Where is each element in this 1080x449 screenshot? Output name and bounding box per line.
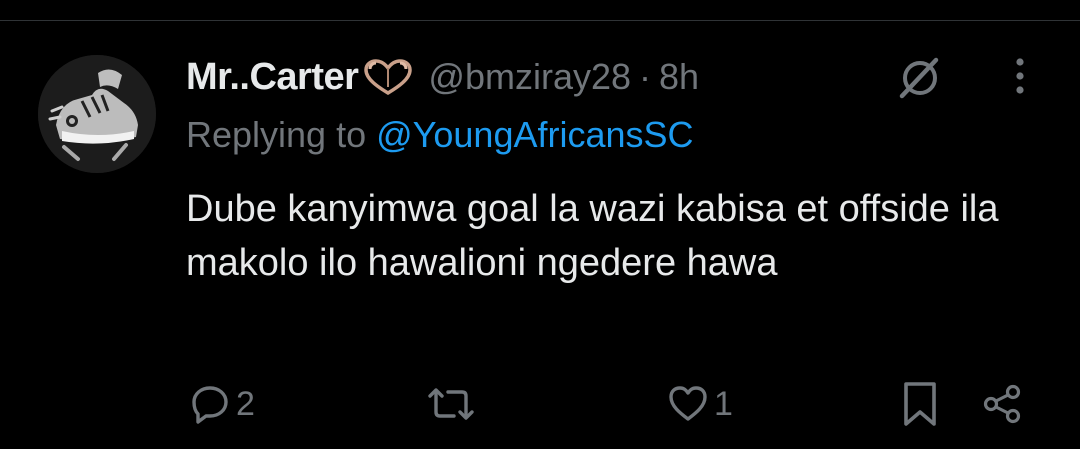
like-button[interactable]: 1 [666, 376, 733, 432]
share-button[interactable] [980, 376, 1024, 432]
like-count: 1 [714, 384, 733, 423]
avatar-image [38, 55, 156, 173]
user-handle[interactable]: @bmziray28 [428, 56, 631, 98]
replying-to-prefix: Replying to [186, 114, 367, 155]
replying-to-link[interactable]: @YoungAfricansSC [376, 114, 693, 155]
action-bar: 2 1 [0, 376, 1080, 432]
repost-button[interactable] [424, 376, 482, 432]
reply-icon [188, 382, 232, 426]
heart-hands-emoji-icon [360, 57, 416, 97]
tweet-text: Dube kanyimwa goal la wazi kabisa et off… [186, 188, 999, 284]
heart-icon [666, 382, 710, 426]
top-divider [0, 20, 1080, 21]
tweet-header: Mr..Carter @bmziray28 · 8h [186, 54, 699, 100]
separator-dot: · [639, 56, 652, 97]
share-icon [980, 382, 1024, 426]
repost-icon [424, 382, 478, 426]
bookmark-button[interactable] [900, 376, 940, 432]
bookmark-icon [900, 380, 940, 428]
avatar[interactable] [38, 55, 156, 173]
reply-button[interactable]: 2 [188, 376, 255, 432]
reply-count: 2 [236, 384, 255, 423]
more-vertical-icon[interactable] [1000, 54, 1040, 98]
replying-to-line: Replying to @YoungAfricansSC [186, 114, 694, 156]
grok-icon[interactable] [894, 52, 946, 104]
display-name[interactable]: Mr..Carter [186, 56, 359, 99]
timestamp[interactable]: 8h [659, 56, 699, 98]
